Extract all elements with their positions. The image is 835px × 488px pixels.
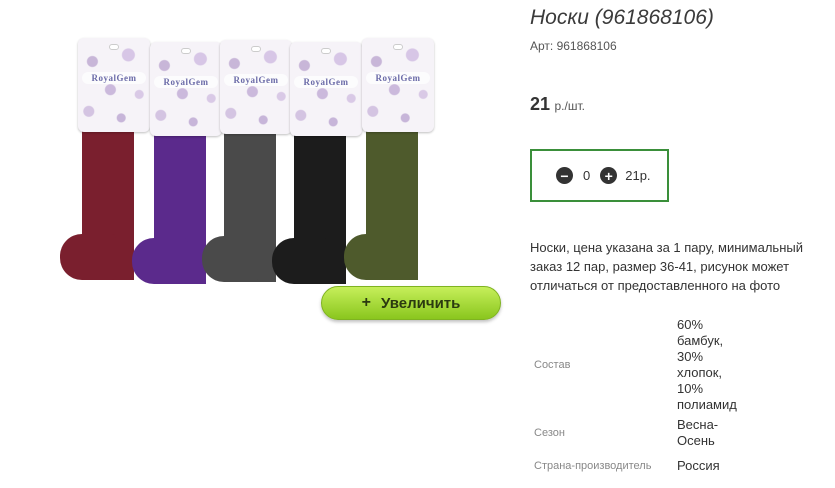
spec-label: Состав bbox=[534, 359, 571, 371]
price-value: 21 bbox=[530, 94, 551, 114]
spec-row: Сезон Весна- Осень bbox=[530, 414, 737, 452]
spec-value: Весна- Осень bbox=[677, 417, 719, 448]
product-price: 21 р./шт. bbox=[530, 94, 585, 115]
zoom-label: Увеличить bbox=[380, 294, 461, 312]
brand-label: RoyalGem bbox=[154, 76, 218, 88]
spec-label: Страна-производитель bbox=[534, 460, 652, 472]
spec-row: Страна-производитель Россия bbox=[530, 452, 737, 480]
product-image[interactable]: RoyalGem RoyalGem RoyalGem RoyalGem Roya… bbox=[58, 38, 498, 300]
brand-label: RoyalGem bbox=[224, 74, 288, 86]
price-unit: р./шт. bbox=[554, 99, 585, 113]
product-title: Носки (961868106) bbox=[530, 6, 714, 29]
spec-label: Сезон bbox=[534, 427, 565, 439]
zoom-button[interactable]: + Увеличить bbox=[321, 286, 501, 320]
spec-value: Россия bbox=[677, 458, 720, 473]
specs-table: Состав 60% бамбук, 30% хлопок, 10% полиа… bbox=[530, 316, 737, 480]
plus-icon[interactable]: + bbox=[600, 167, 618, 184]
quantity-value: 0 bbox=[583, 168, 591, 183]
brand-label: RoyalGem bbox=[366, 72, 430, 84]
plus-icon: + bbox=[361, 294, 371, 311]
brand-label: RoyalGem bbox=[294, 76, 358, 88]
quantity-stepper: − 0 + 21р. bbox=[530, 149, 669, 202]
quantity-total: 21р. bbox=[625, 168, 651, 183]
product-article: Арт: 961868106 bbox=[530, 39, 617, 53]
spec-value: 60% бамбук, 30% хлопок, 10% полиамид bbox=[677, 317, 737, 412]
product-description: Носки, цена указана за 1 пару, минимальн… bbox=[530, 240, 803, 293]
spec-row: Состав 60% бамбук, 30% хлопок, 10% полиа… bbox=[530, 316, 737, 414]
minus-icon[interactable]: − bbox=[556, 167, 573, 184]
brand-label: RoyalGem bbox=[82, 72, 146, 84]
